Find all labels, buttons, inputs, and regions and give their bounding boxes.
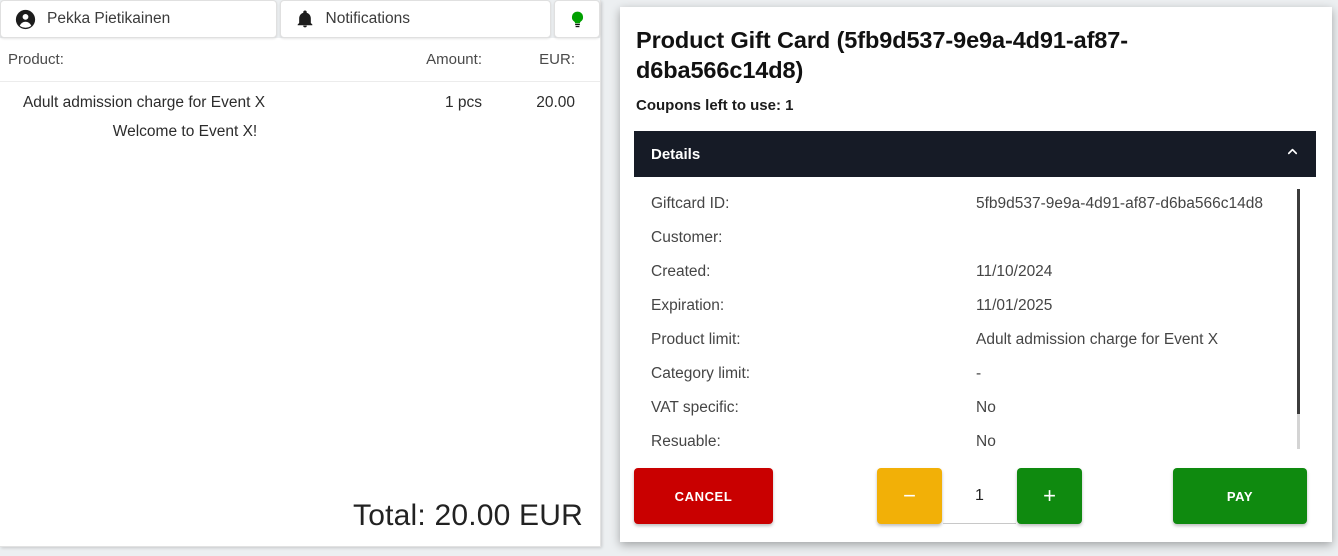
- detail-key: VAT specific:: [651, 399, 739, 417]
- detail-key: Product limit:: [651, 331, 741, 349]
- details-scrollbar[interactable]: [1297, 189, 1300, 450]
- column-header-product: Product:: [8, 51, 64, 68]
- top-tab-bar: Pekka Pietikainen Notifications: [0, 0, 600, 38]
- receipt-total: Total: 20.00 EUR: [353, 499, 583, 532]
- detail-value: Adult admission charge for Event X: [976, 331, 1219, 349]
- table-row[interactable]: Adult admission charge for Event X 1 pcs…: [0, 94, 600, 141]
- detail-key: Created:: [651, 263, 711, 281]
- tab-hint[interactable]: [554, 0, 600, 38]
- account-circle-icon: [15, 9, 36, 30]
- detail-value: No: [976, 433, 996, 451]
- receipt-pane: Pekka Pietikainen Notifications Product:…: [0, 0, 601, 547]
- product-name: Adult admission charge for Event X: [22, 94, 266, 111]
- detail-key: Expiration:: [651, 297, 725, 315]
- cancel-button[interactable]: CANCEL: [634, 468, 773, 524]
- tab-account-label: Pekka Pietikainen: [47, 10, 171, 27]
- details-scrollbar-thumb[interactable]: [1297, 189, 1300, 415]
- column-header-amount: Amount:: [426, 51, 482, 68]
- detail-value: -: [976, 365, 982, 383]
- receipt-line-main: Adult admission charge for Event X 1 pcs…: [0, 94, 600, 112]
- dialog-action-bar: CANCEL − + PAY: [634, 460, 1316, 542]
- detail-row-customer: Customer:: [634, 229, 1316, 263]
- tab-account[interactable]: Pekka Pietikainen: [0, 0, 277, 38]
- detail-key: Giftcard ID:: [651, 195, 730, 213]
- detail-row-resuable: Resuable: No: [634, 433, 1316, 460]
- product-note: Welcome to Event X!: [112, 123, 258, 140]
- details-accordion-header[interactable]: Details: [634, 131, 1316, 178]
- app-root: Pekka Pietikainen Notifications Product:…: [0, 0, 1338, 556]
- product-price: 20.00: [536, 94, 575, 111]
- decrement-button[interactable]: −: [877, 468, 942, 524]
- pay-button[interactable]: PAY: [1173, 468, 1307, 524]
- detail-value: No: [976, 399, 996, 417]
- increment-button[interactable]: +: [1017, 468, 1082, 524]
- detail-row-expiration: Expiration: 11/01/2025: [634, 297, 1316, 331]
- receipt-table-header: Product: Amount: EUR:: [0, 38, 600, 82]
- detail-key: Customer:: [651, 229, 723, 247]
- chevron-up-icon[interactable]: [1285, 144, 1300, 164]
- detail-value: 11/10/2024: [976, 263, 1053, 281]
- detail-value: 5fb9d537-9e9a-4d91-af87-d6ba566c14d8: [976, 195, 1263, 213]
- detail-key: Resuable:: [651, 433, 721, 451]
- detail-value: 11/01/2025: [976, 297, 1053, 315]
- details-list: Giftcard ID: 5fb9d537-9e9a-4d91-af87-d6b…: [634, 177, 1316, 460]
- product-amount: 1 pcs: [444, 94, 482, 111]
- detail-row-vat-specific: VAT specific: No: [634, 399, 1316, 433]
- tab-notifications-label: Notifications: [325, 10, 410, 27]
- quantity-stepper: − +: [877, 468, 1082, 524]
- detail-row-product-limit: Product limit: Adult admission charge fo…: [634, 331, 1316, 365]
- gift-card-dialog: Product Gift Card (5fb9d537-9e9a-4d91-af…: [620, 7, 1332, 542]
- bell-icon: [295, 9, 315, 29]
- detail-row-created: Created: 11/10/2024: [634, 263, 1316, 297]
- quantity-input[interactable]: [943, 468, 1016, 524]
- details-accordion-label: Details: [651, 145, 701, 163]
- tab-notifications[interactable]: Notifications: [279, 0, 552, 38]
- dialog-title: Product Gift Card (5fb9d537-9e9a-4d91-af…: [636, 27, 1128, 84]
- receipt-table-body: Adult admission charge for Event X 1 pcs…: [0, 82, 600, 486]
- detail-key: Category limit:: [651, 365, 751, 383]
- lightbulb-icon: [568, 10, 587, 29]
- detail-row-category-limit: Category limit: -: [634, 365, 1316, 399]
- detail-row-giftcard-id: Giftcard ID: 5fb9d537-9e9a-4d91-af87-d6b…: [634, 195, 1316, 229]
- column-header-currency: EUR:: [539, 51, 575, 68]
- coupons-left-label: Coupons left to use: 1: [636, 97, 794, 115]
